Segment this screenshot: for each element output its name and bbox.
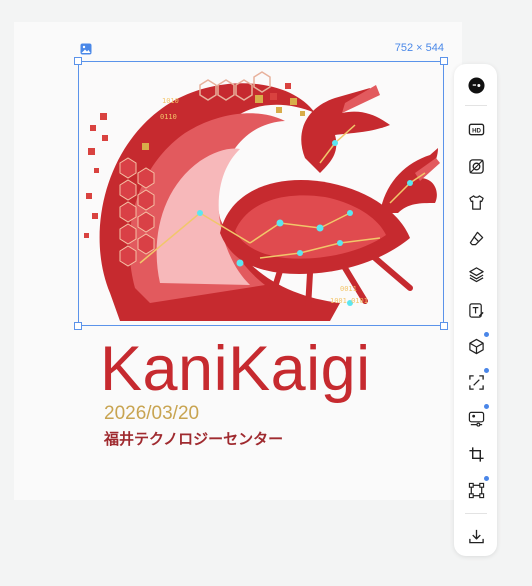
hd-icon: HD [468, 123, 484, 135]
image-icon [80, 43, 92, 55]
3d-cube-icon [468, 338, 484, 354]
image-dimensions-label: 752 × 544 [394, 42, 444, 54]
image-adjust-icon [468, 411, 484, 427]
image-adjust-button[interactable] [463, 404, 489, 431]
toolbar-divider [465, 513, 487, 514]
transform-icon [468, 482, 484, 498]
remove-background-icon [468, 158, 484, 174]
eraser-button[interactable] [463, 225, 489, 251]
new-badge-dot [484, 404, 489, 409]
ai-assistant-button[interactable] [463, 72, 489, 98]
new-badge-dot [484, 368, 489, 373]
crop-icon [468, 446, 484, 462]
resize-handle-top-left[interactable] [74, 57, 82, 65]
remove-background-button[interactable] [463, 153, 489, 179]
ai-assistant-icon [467, 76, 485, 94]
new-badge-dot [484, 332, 489, 337]
expand-icon [468, 374, 484, 390]
event-venue[interactable]: 福井テクノロジーセンター [104, 428, 283, 449]
tshirt-mockup-button[interactable] [463, 189, 489, 215]
transform-button[interactable] [463, 476, 489, 503]
resize-handle-bottom-left[interactable] [74, 322, 82, 330]
event-date[interactable]: 2026/03/20 [104, 403, 199, 425]
download-button[interactable] [463, 523, 489, 549]
edit-text-button[interactable] [463, 297, 489, 323]
layers-icon [468, 266, 484, 282]
right-toolbar: HD [454, 64, 497, 556]
selection-frame [78, 61, 444, 326]
toolbar-divider [465, 105, 487, 106]
crop-button[interactable] [463, 441, 489, 467]
new-badge-dot [484, 476, 489, 481]
edit-text-icon [468, 302, 484, 318]
event-title[interactable]: KaniKaigi [100, 336, 371, 402]
tshirt-icon [468, 194, 484, 210]
layers-button[interactable] [463, 261, 489, 287]
eraser-icon [469, 231, 483, 245]
resize-handle-bottom-right[interactable] [440, 322, 448, 330]
expand-image-button[interactable] [463, 368, 489, 395]
svg-text:HD: HD [472, 127, 481, 134]
3d-model-button[interactable] [463, 332, 489, 359]
resize-handle-top-right[interactable] [440, 57, 448, 65]
download-icon [468, 529, 484, 543]
hd-upscale-button[interactable]: HD [463, 116, 489, 142]
